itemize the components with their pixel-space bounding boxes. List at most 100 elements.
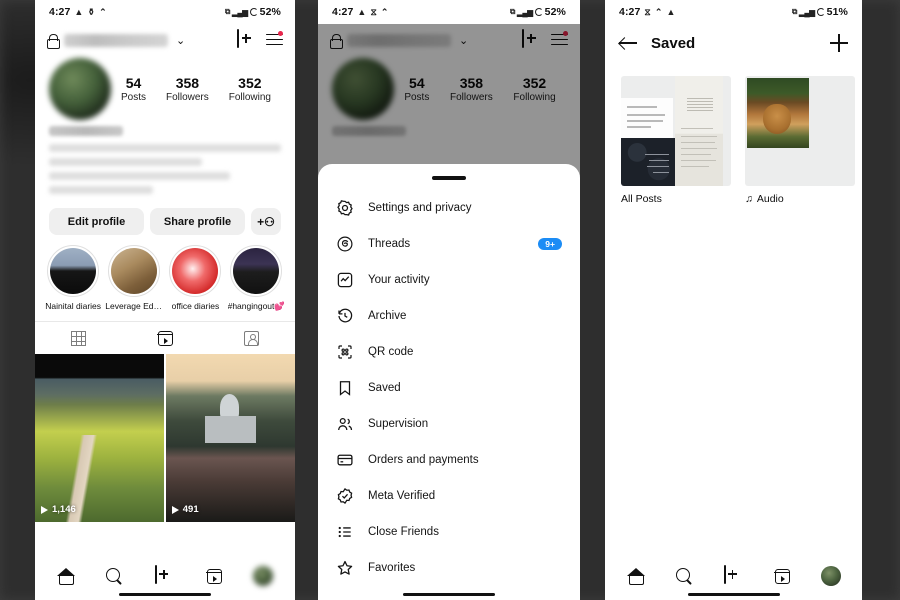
stat-label: Followers <box>165 91 209 103</box>
menu-item-archive[interactable]: Archive <box>318 298 580 334</box>
post-thumbnail[interactable]: 1,146 <box>35 354 165 522</box>
menu-item-label: Settings and privacy <box>368 202 472 214</box>
stat-followers[interactable]: 358 Followers <box>166 75 209 102</box>
menu-item-label: Saved <box>368 382 401 394</box>
home-icon[interactable] <box>56 567 75 585</box>
display-name-redacted <box>49 126 123 136</box>
bottom-navigation <box>35 552 295 600</box>
status-time: 4:27 <box>49 6 71 18</box>
profile-summary-row: 54 Posts 358 Followers 352 Following <box>35 54 295 120</box>
lock-icon <box>47 33 60 49</box>
menu-item-label: Orders and payments <box>368 454 479 466</box>
create-plus-icon[interactable] <box>154 565 175 586</box>
menu-item-qr-code[interactable]: QR code <box>318 334 580 370</box>
search-icon[interactable] <box>106 567 123 585</box>
play-icon <box>171 505 179 514</box>
back-arrow-icon[interactable] <box>619 36 637 50</box>
tab-grid[interactable] <box>35 322 122 354</box>
menu-item-label: Favorites <box>368 562 416 574</box>
menu-item-meta-verified[interactable]: Meta Verified <box>318 478 580 514</box>
hamburger-menu-button[interactable] <box>263 30 283 48</box>
threads-icon <box>336 235 354 253</box>
profile-avatar[interactable] <box>253 566 274 586</box>
profile-tabs <box>35 321 295 354</box>
highlight-cover <box>233 248 280 294</box>
reels-icon <box>156 330 173 346</box>
menu-item-label: Meta Verified <box>368 490 436 502</box>
username-redacted[interactable] <box>64 33 168 47</box>
archive-clock-icon <box>336 307 354 325</box>
phone-panel-saved: 4:27 ⧖ ⌃ ▲ ⧉ ▂▄▆ 51% Saved All Posts ♫ A… <box>605 0 862 600</box>
stat-label: Following <box>228 91 271 103</box>
highlight-label: Nainital diaries <box>45 301 102 311</box>
vibrate-icon: ⚱ <box>87 6 96 17</box>
profile-bio <box>35 120 295 194</box>
sim-icon: ⧉ <box>792 7 798 16</box>
edit-profile-button[interactable]: Edit profile <box>49 208 144 235</box>
collection-item[interactable]: ♫ Audio <box>745 76 855 205</box>
highlight-item[interactable]: #hangingout💕 <box>228 245 285 312</box>
tab-reels[interactable] <box>122 322 209 354</box>
stat-posts[interactable]: 54 Posts <box>121 75 146 102</box>
alarm-icon: ▲ <box>666 6 676 17</box>
home-indicator <box>119 593 211 596</box>
menu-item-orders-and-payments[interactable]: Orders and payments <box>318 442 580 478</box>
search-icon[interactable] <box>675 567 693 585</box>
menu-item-saved[interactable]: Saved <box>318 370 580 406</box>
avatar[interactable] <box>49 58 111 120</box>
highlight-label: #hangingout💕 <box>227 301 285 311</box>
menu-item-your-activity[interactable]: Your activity <box>318 262 580 298</box>
view-count: 491 <box>171 504 199 515</box>
menu-item-label: Archive <box>368 310 407 322</box>
reels-icon[interactable] <box>205 568 222 584</box>
home-indicator <box>403 593 495 596</box>
list-icon <box>336 523 354 541</box>
stat-value: 54 <box>125 75 142 92</box>
unread-badge: 9+ <box>538 237 562 251</box>
stat-following[interactable]: 352 Following <box>229 75 271 102</box>
post-thumbnail[interactable]: 491 <box>165 354 295 522</box>
sheet-drag-handle[interactable] <box>432 176 466 180</box>
menu-item-threads[interactable]: Threads 9+ <box>318 226 580 262</box>
battery-percent: 52% <box>259 6 281 18</box>
add-collection-button[interactable] <box>830 34 848 52</box>
sim-icon: ⧉ <box>225 7 231 16</box>
menu-item-label: Your activity <box>368 274 430 286</box>
collections-grid: All Posts ♫ Audio <box>605 62 862 205</box>
profile-avatar[interactable] <box>820 566 841 586</box>
highlight-cover <box>50 248 97 294</box>
highlight-cover <box>172 248 219 294</box>
menu-item-settings-and-privacy[interactable]: Settings and privacy <box>318 190 580 226</box>
screenshot-root: 4:27 ▲ ⚱ ⌃ ⧉ ▂▄▆ 52% ⌄ 54 Posts 358 Foll… <box>0 0 900 600</box>
posts-grid: 1,146 491 <box>35 354 295 522</box>
alarm-icon: ▲ <box>74 6 84 17</box>
vibrate-icon: ⧖ <box>370 6 377 17</box>
home-icon[interactable] <box>626 567 645 585</box>
verified-check-icon <box>336 487 354 505</box>
chevron-down-icon[interactable]: ⌄ <box>176 34 185 47</box>
battery-icon <box>249 8 258 16</box>
alarm-icon: ▲ <box>357 6 367 17</box>
highlight-item[interactable]: Leverage Edu ... <box>105 245 163 312</box>
highlight-label: office diaries <box>171 301 220 311</box>
reels-icon[interactable] <box>773 568 790 584</box>
stat-value: 352 <box>238 75 262 92</box>
add-post-button[interactable] <box>237 29 257 50</box>
menu-item-close-friends[interactable]: Close Friends <box>318 514 580 550</box>
sim-icon: ⧉ <box>510 7 516 16</box>
highlight-item[interactable]: Nainital diaries <box>45 245 101 312</box>
collection-item[interactable]: All Posts <box>621 76 731 205</box>
highlight-item[interactable]: office diaries <box>167 245 223 312</box>
menu-item-supervision[interactable]: Supervision <box>318 406 580 442</box>
stat-label: Posts <box>120 91 146 103</box>
supervision-people-icon <box>336 415 354 433</box>
share-profile-button[interactable]: Share profile <box>150 208 245 235</box>
stat-value: 358 <box>175 75 200 92</box>
menu-item-favorites[interactable]: Favorites <box>318 550 580 586</box>
phone-panel-menu: 4:27 ▲ ⧖ ⌃ ⧉ ▂▄▆ 52% ⌄ 54 Posts 358 Foll… <box>318 0 580 600</box>
create-plus-icon[interactable] <box>723 565 744 586</box>
tab-tagged[interactable] <box>208 322 295 354</box>
add-person-button[interactable]: +⚇ <box>251 208 281 235</box>
vibrate-icon: ⧖ <box>644 6 651 17</box>
bio-line <box>49 144 281 152</box>
